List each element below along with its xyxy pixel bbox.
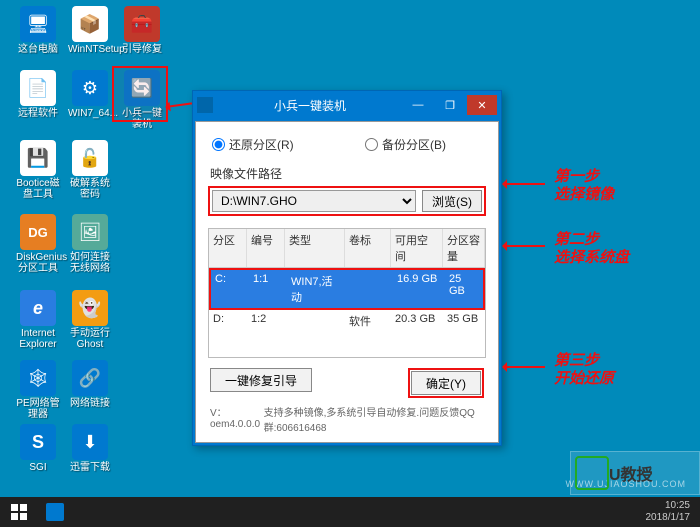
desktop-icon-ghost[interactable]: 👻手动运行Ghost — [68, 290, 112, 350]
desktop-icon-netlink[interactable]: 🔗网络链接 — [68, 360, 112, 409]
download-icon: ⬇ — [72, 424, 108, 460]
sgi-icon: S — [20, 424, 56, 460]
table-header: 分区 编号 类型 卷标 可用空间 分区容量 — [209, 229, 485, 268]
arrow-icon — [505, 183, 545, 185]
desktop-icon-win7[interactable]: ⚙WIN7_64... — [68, 70, 112, 119]
windows-icon — [11, 504, 27, 520]
partition-table: 分区 编号 类型 卷标 可用空间 分区容量 C: 1:1 WIN7,活动 16.… — [208, 228, 486, 358]
desktop-icon-this-pc[interactable]: 🖥这台电脑 — [16, 6, 60, 55]
installer-window: 小兵一键装机 — ❐ ✕ 还原分区(R) 备份分区(B) 映像文件路径 D:\W… — [192, 90, 502, 446]
app-icon — [197, 97, 213, 113]
selection-highlight — [112, 66, 168, 122]
desktop-icon-diskgenius[interactable]: DGDiskGenius分区工具 — [16, 214, 60, 274]
image-icon: 🖼 — [72, 214, 108, 250]
image-path-select[interactable]: D:\WIN7.GHO — [212, 190, 416, 212]
ok-highlight: 确定(Y) — [408, 368, 484, 398]
system-tray[interactable]: 10:25 2018/1/17 — [646, 500, 697, 524]
clock-time: 10:25 — [646, 500, 691, 512]
start-button[interactable] — [4, 500, 34, 524]
arrow-icon — [168, 102, 192, 107]
radio-restore[interactable]: 还原分区(R) — [212, 136, 294, 153]
version-label: V：oem4.0.0.0 — [210, 404, 264, 434]
taskbar-app[interactable] — [38, 500, 72, 524]
desktop-icon-bootice[interactable]: 💾Bootice磁盘工具 — [16, 140, 60, 200]
app-body: 还原分区(R) 备份分区(B) 映像文件路径 D:\WIN7.GHO 浏览(S)… — [195, 121, 499, 443]
path-row: D:\WIN7.GHO 浏览(S) — [208, 186, 486, 216]
desktop-icon-bootfix[interactable]: 🧰引导修复 — [120, 6, 164, 55]
disk-icon: 💾 — [20, 140, 56, 176]
desktop-icon-ie[interactable]: eInternet Explorer — [16, 290, 60, 350]
desktop-icon-thunder[interactable]: ⬇迅雷下载 — [68, 424, 112, 473]
minimize-button[interactable]: — — [403, 95, 433, 115]
arrow-icon — [505, 245, 545, 247]
doc-icon: 📄 — [20, 70, 56, 106]
table-row[interactable]: D: 1:2 软件 20.3 GB 35 GB — [209, 310, 485, 332]
support-label: 支持多种镜像,多系统引导自动修复.问题反馈QQ群:606616468 — [264, 404, 484, 434]
radio-backup-input[interactable] — [365, 138, 378, 151]
maximize-button[interactable]: ❐ — [435, 95, 465, 115]
mirror-path-label: 映像文件路径 — [210, 165, 484, 182]
package-icon: 📦 — [72, 6, 108, 42]
callout-step2: 第二步选择系统盘 — [554, 231, 629, 267]
pc-icon: 🖥 — [20, 6, 56, 42]
ghost-icon: 👻 — [72, 290, 108, 326]
desktop-icon-sgi[interactable]: SSGI — [16, 424, 60, 473]
link-icon: 🔗 — [72, 360, 108, 396]
desktop-icon-penet[interactable]: 🕸PE网络管理器 — [16, 360, 60, 420]
desktop-icon-remote[interactable]: 📄远程软件 — [16, 70, 60, 119]
desktop-icon-winntsetup[interactable]: 📦WinNTSetup — [68, 6, 112, 55]
arrow-icon — [505, 366, 545, 368]
toolbox-icon: 🧰 — [124, 6, 160, 42]
unlock-icon: 🔓 — [72, 140, 108, 176]
browse-button[interactable]: 浏览(S) — [422, 190, 482, 212]
dg-icon: DG — [20, 214, 56, 250]
app-icon — [46, 503, 64, 521]
close-button[interactable]: ✕ — [467, 95, 497, 115]
clock-date: 2018/1/17 — [646, 512, 691, 524]
gear-icon: ⚙ — [72, 70, 108, 106]
radio-backup[interactable]: 备份分区(B) — [365, 136, 446, 153]
callout-step1: 第一步选择镜像 — [554, 168, 614, 204]
desktop-icon-wifi[interactable]: 🖼如何连接无线网络 — [68, 214, 112, 274]
titlebar[interactable]: 小兵一键装机 — ❐ ✕ — [193, 91, 501, 119]
radio-restore-input[interactable] — [212, 138, 225, 151]
network-icon: 🕸 — [20, 360, 56, 396]
desktop-icon-crackpw[interactable]: 🔓破解系统密码 — [68, 140, 112, 200]
table-row[interactable]: C: 1:1 WIN7,活动 16.9 GB 25 GB — [209, 268, 485, 310]
callout-step3: 第三步开始还原 — [554, 352, 614, 388]
brand-logo: U教授 — [570, 451, 700, 495]
repair-boot-button[interactable]: 一键修复引导 — [210, 368, 312, 392]
ie-icon: e — [20, 290, 56, 326]
window-title: 小兵一键装机 — [219, 97, 401, 114]
taskbar: 10:25 2018/1/17 — [0, 497, 700, 527]
ok-button[interactable]: 确定(Y) — [411, 371, 481, 395]
